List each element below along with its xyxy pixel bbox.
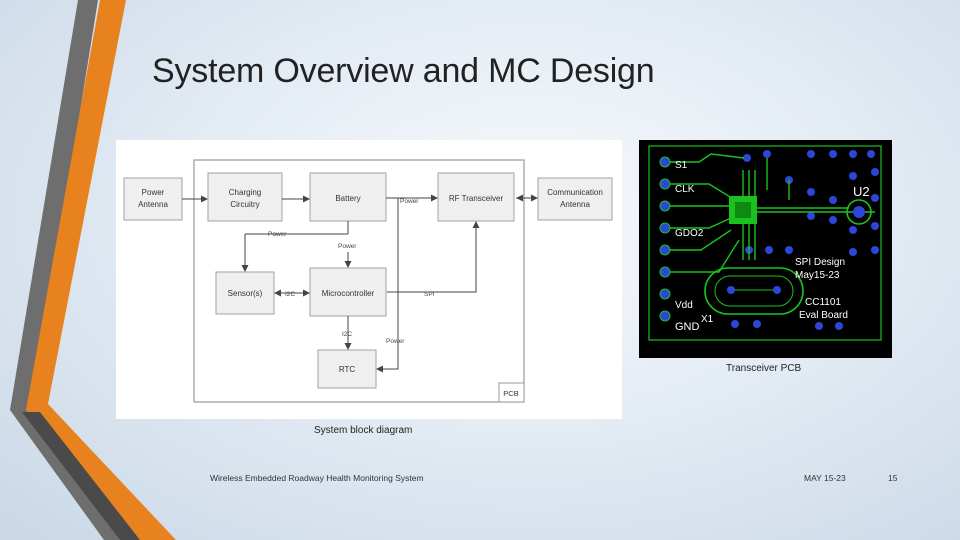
power-antenna-line1: Power [142, 188, 165, 197]
pcb-label-x1: X1 [701, 314, 714, 325]
transceiver-pcb-image: U2 SPI Design May15-23 CC1101 Eval Board… [639, 140, 892, 358]
label-spi: SPI [424, 291, 435, 298]
power-antenna-block [123, 177, 183, 221]
label-i2c-rtc: I2C [342, 331, 352, 338]
pcb-label-model: CC1101 [805, 297, 841, 308]
diagram-caption: System block diagram [314, 425, 413, 436]
footer-date: MAY 15-23 [804, 473, 846, 483]
comm-antenna-line1: Communication [547, 188, 603, 197]
pcb-svg: U2 SPI Design May15-23 CC1101 Eval Board… [648, 145, 882, 341]
pcb-label-s1: S1 [675, 160, 688, 171]
label-power-rtc: Power [386, 338, 405, 345]
label-power-rf: Power [400, 198, 419, 205]
pcb-label-gdo2: GDO2 [675, 228, 704, 239]
pcb-label-vdd: Vdd [675, 300, 693, 311]
rf-label: RF Transceiver [449, 194, 504, 203]
label-i2c-sensor: I2C [285, 291, 295, 298]
pcb-label-gnd: GND [675, 321, 700, 333]
power-antenna-line2: Antenna [138, 200, 168, 209]
charging-line1: Charging [229, 188, 261, 197]
label-power-charging: Power [268, 231, 287, 238]
rtc-label: RTC [339, 365, 356, 374]
footer-title: Wireless Embedded Roadway Health Monitor… [210, 473, 424, 483]
dark-stripe [22, 412, 140, 540]
comm-antenna-line2: Antenna [560, 200, 590, 209]
pcb-caption: Transceiver PCB [726, 363, 802, 374]
sensors-label: Sensor(s) [228, 289, 263, 298]
mcu-label: Microcontroller [322, 289, 375, 298]
charging-line2: Circuitry [230, 200, 259, 209]
page-number: 15 [888, 473, 898, 483]
pcb-label: PCB [503, 389, 518, 398]
block-diagram-svg: PCB Power Antenna Charging Circuitry Bat… [123, 159, 613, 403]
system-block-diagram: PCB Power Antenna Charging Circuitry Bat… [116, 140, 622, 419]
communication-antenna-block [537, 177, 613, 221]
pcb-label-date: May15-23 [795, 270, 840, 281]
pcb-label-eval: Eval Board [799, 310, 848, 321]
battery-label: Battery [335, 194, 360, 203]
pcb-label-spi-design: SPI Design [795, 257, 845, 268]
page-title: System Overview and MC Design [152, 52, 655, 90]
charging-circuitry-block [207, 172, 283, 222]
pcb-label-u2: U2 [853, 184, 870, 199]
pcb-label-clk: CLK [675, 184, 695, 195]
label-power-mcu: Power [338, 243, 357, 250]
